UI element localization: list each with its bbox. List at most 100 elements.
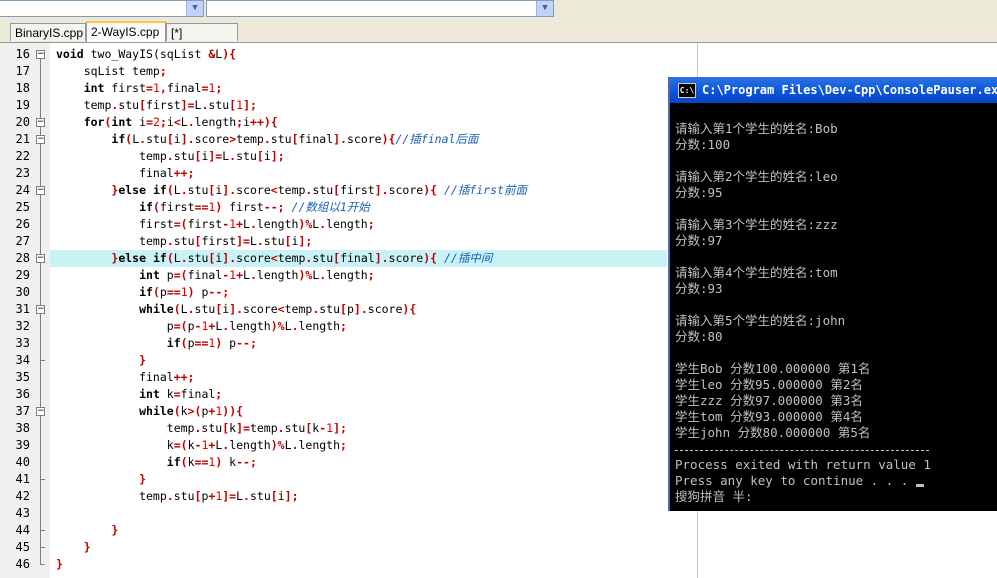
class-combobox[interactable]: ▼ xyxy=(0,0,204,17)
line-number: 24 xyxy=(15,183,30,197)
line-number: 42 xyxy=(15,489,30,503)
line-number: 25 xyxy=(15,200,30,214)
code-text: temp.stu[first]=L.stu[i]; xyxy=(56,234,313,248)
code-text: if(k==1) k--; xyxy=(166,455,257,469)
code-line[interactable]: 16− void two_WayIS(sqList &L){ xyxy=(0,46,997,63)
fold-toggle-icon[interactable]: − xyxy=(36,186,45,195)
line-number: 17 xyxy=(15,64,30,78)
line-number: 26 xyxy=(15,217,30,231)
code-text: int first=1,final=1; xyxy=(83,81,223,95)
code-text: sqList temp; xyxy=(56,64,167,78)
line-number: 16 xyxy=(15,47,30,61)
code-text: if(p==1) p--; xyxy=(166,336,257,350)
code-text: } xyxy=(83,540,91,554)
line-number: 30 xyxy=(15,285,30,299)
text-cursor xyxy=(915,484,924,487)
line-number: 33 xyxy=(15,336,30,350)
tab-untitled1[interactable]: [*] Untitled1 xyxy=(166,23,238,58)
line-number: 18 xyxy=(15,81,30,95)
fold-end-marker xyxy=(40,564,45,565)
code-text: temp.stu[k]=temp.stu[k-1]; xyxy=(56,421,347,435)
console-line: 学生tom 分数93.000000 第4名 xyxy=(675,409,863,424)
code-line[interactable]: 45 } xyxy=(0,539,997,556)
line-number: 23 xyxy=(15,166,30,180)
console-line: 请输入第5个学生的姓名:john xyxy=(675,313,846,328)
code-text: first=(first-1+L.length)%L.length; xyxy=(56,217,375,231)
line-number: 40 xyxy=(15,455,30,469)
tab-2-wayis[interactable]: 2-WayIS.cpp xyxy=(86,21,166,42)
fold-end-marker xyxy=(40,547,45,548)
toolbar: ▼ ▼ xyxy=(0,0,997,20)
console-line: 分数:80 xyxy=(675,329,723,344)
line-number: 46 xyxy=(15,557,30,571)
code-text: final++; xyxy=(56,166,195,180)
line-number: 19 xyxy=(15,98,30,112)
console-line: 搜狗拼音 半: xyxy=(675,489,753,504)
console-line: 分数:97 xyxy=(675,233,723,248)
fold-toggle-icon[interactable]: − xyxy=(36,50,45,59)
line-number: 34 xyxy=(15,353,30,367)
console-title-bar[interactable]: C:\ C:\Program Files\Dev-Cpp\ConsolePause… xyxy=(670,77,997,103)
chevron-down-icon[interactable]: ▼ xyxy=(186,1,203,16)
fold-end-marker xyxy=(40,360,45,361)
console-line: 学生john 分数80.000000 第5名 xyxy=(675,425,871,440)
fold-toggle-icon[interactable]: − xyxy=(36,118,45,127)
code-text: } xyxy=(139,472,147,486)
code-text: void two_WayIS(sqList &L){ xyxy=(56,47,237,61)
code-text: temp.stu[first]=L.stu[1]; xyxy=(56,98,257,112)
console-window[interactable]: C:\ C:\Program Files\Dev-Cpp\ConsolePause… xyxy=(668,77,997,511)
line-number: 35 xyxy=(15,370,30,384)
code-text: } xyxy=(139,353,147,367)
line-number: 39 xyxy=(15,438,30,452)
code-text: int p=(final-1+L.length)%L.length; xyxy=(139,268,375,282)
code-text: p=(p-1+L.length)%L.length; xyxy=(56,319,347,333)
console-line: 学生zzz 分数97.000000 第3名 xyxy=(675,393,863,408)
line-number: 45 xyxy=(15,540,30,554)
console-icon: C:\ xyxy=(678,83,696,98)
editor-tab-bar: BinaryIS.cpp 2-WayIS.cpp [*] Untitled1 xyxy=(0,20,997,58)
line-number: 44 xyxy=(15,523,30,537)
code-text: }else if(L.stu[i].score<temp.stu[final].… xyxy=(111,251,493,265)
code-text: temp.stu[p+1]=L.stu[i]; xyxy=(56,489,299,503)
fold-end-marker xyxy=(40,479,45,480)
line-number: 28 xyxy=(15,251,30,265)
line-number: 27 xyxy=(15,234,30,248)
code-text: while(L.stu[i].score<temp.stu[p].score){ xyxy=(139,302,417,316)
code-text: if(p==1) p--; xyxy=(139,285,230,299)
line-number: 41 xyxy=(15,472,30,486)
code-text: } xyxy=(56,557,63,571)
console-line: 分数:93 xyxy=(675,281,723,296)
member-combobox[interactable]: ▼ xyxy=(206,0,554,17)
console-line: 学生Bob 分数100.000000 第1名 xyxy=(675,361,871,376)
code-text: k=(k-1+L.length)%L.length; xyxy=(56,438,347,452)
line-number: 36 xyxy=(15,387,30,401)
console-line: 请输入第1个学生的姓名:Bob xyxy=(675,121,838,136)
code-text: for(int i=2;i<L.length;i++){ xyxy=(83,115,278,129)
tab-binaryis[interactable]: BinaryIS.cpp xyxy=(10,23,86,41)
fold-toggle-icon[interactable]: − xyxy=(36,135,45,144)
code-text: while(k>(p+1)){ xyxy=(139,404,244,418)
chevron-down-icon[interactable]: ▼ xyxy=(536,1,553,16)
console-line: 分数:95 xyxy=(675,185,723,200)
line-number: 22 xyxy=(15,149,30,163)
fold-toggle-icon[interactable]: − xyxy=(36,305,45,314)
code-text: } xyxy=(111,523,119,537)
line-number: 38 xyxy=(15,421,30,435)
line-number: 37 xyxy=(15,404,30,418)
fold-toggle-icon[interactable]: − xyxy=(36,407,45,416)
line-number: 32 xyxy=(15,319,30,333)
console-separator xyxy=(675,450,929,452)
line-number: 31 xyxy=(15,302,30,316)
console-title: C:\Program Files\Dev-Cpp\ConsolePauser.e… xyxy=(702,83,997,97)
code-text: if(L.stu[i].score>temp.stu[final].score)… xyxy=(111,132,479,146)
code-line[interactable]: 44 } xyxy=(0,522,997,539)
fold-end-marker xyxy=(40,530,45,531)
code-text: int k=final; xyxy=(139,387,223,401)
code-text: temp.stu[i]=L.stu[i]; xyxy=(56,149,285,163)
line-number: 21 xyxy=(15,132,30,146)
code-line[interactable]: 46} xyxy=(0,556,997,573)
code-text: }else if(L.stu[i].score<temp.stu[first].… xyxy=(111,183,527,197)
fold-toggle-icon[interactable]: − xyxy=(36,254,45,263)
console-line: 分数:100 xyxy=(675,137,731,152)
code-text: if(first==1) first--; //数组以1开始 xyxy=(139,200,370,214)
